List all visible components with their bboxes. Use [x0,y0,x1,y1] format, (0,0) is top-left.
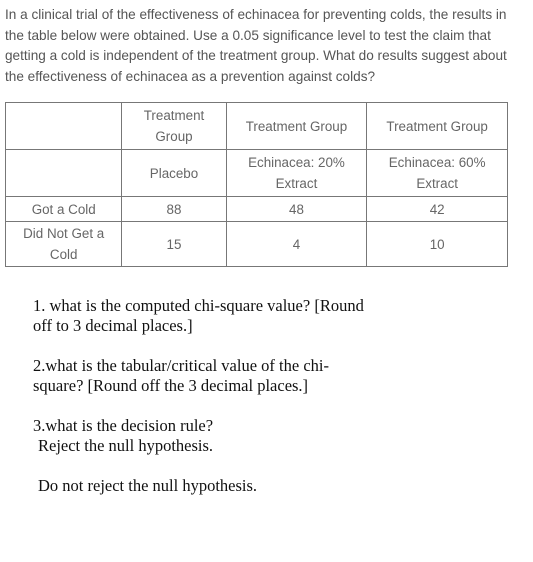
table-header-cell: Treatment Group [366,102,508,150]
table-cell: 10 [366,221,508,267]
problem-statement: In a clinical trial of the effectiveness… [5,7,507,84]
question-1-line-1: 1. what is the computed chi-square value… [33,296,364,315]
question-3: 3.what is the decision rule? [33,416,214,435]
table-row: Did Not Get a Cold 15 4 10 [4,221,508,267]
option-reject[interactable]: Reject the null hypothesis. [33,436,503,456]
option-do-not-reject[interactable]: Do not reject the null hypothesis. [33,476,503,496]
row-label: Got a Cold [4,196,123,222]
table-subheader-cell: Placebo [121,149,227,197]
table-row: Got a Cold 88 48 42 [4,196,508,222]
table-cell: 4 [225,221,368,267]
table-header-row: Treatment Group Treatment Group Treatmen… [4,102,508,150]
question-2-line-2: square? [Round off the 3 decimal places.… [33,376,309,395]
table-header-cell: Treatment Group [121,102,227,150]
row-label: Did Not Get a Cold [4,221,123,267]
contingency-table: Treatment Group Treatment Group Treatmen… [4,102,508,267]
table-cell: 15 [121,221,227,267]
table-header-cell: Treatment Group [225,102,368,150]
table-subheader-cell: Echinacea: 60% Extract [366,149,508,197]
table-cell: 48 [225,196,368,222]
question-2-line-1: 2.what is the tabular/critical value of … [33,356,329,375]
table-cell [4,149,123,197]
question-1-line-2: off to 3 decimal places.] [33,316,193,335]
table-cell: 42 [366,196,508,222]
table-subheader-row: Placebo Echinacea: 20% Extract Echinacea… [4,149,508,197]
table-cell [4,102,123,150]
table-subheader-cell: Echinacea: 20% Extract [225,149,368,197]
questions-block: 1. what is the computed chi-square value… [33,296,503,496]
table-cell: 88 [121,196,227,222]
